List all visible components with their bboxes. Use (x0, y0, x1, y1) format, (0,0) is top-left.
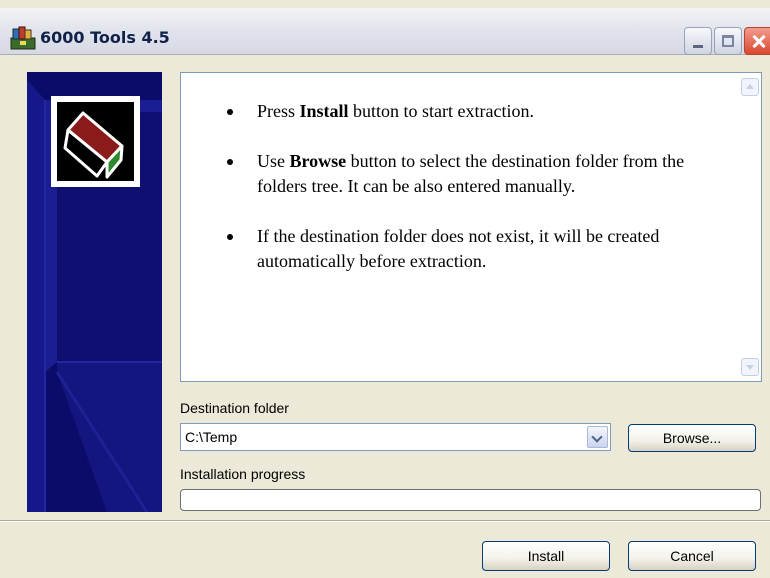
browse-button[interactable]: Browse... (628, 424, 756, 452)
window-title: 6000 Tools 4.5 (40, 28, 170, 47)
maximize-button[interactable] (714, 27, 742, 55)
instructions-panel[interactable]: Press Install button to start extraction… (180, 72, 762, 382)
divider (0, 520, 770, 522)
text: button to start extraction. (348, 101, 535, 121)
list-item: If the destination folder does not exist… (221, 224, 726, 274)
box-icon (57, 102, 134, 181)
chevron-down-icon[interactable] (587, 426, 608, 448)
installer-window: 6000 Tools 4.5 Press Install button to s… (0, 0, 770, 578)
minimize-button[interactable] (684, 27, 712, 55)
title-bar[interactable]: 6000 Tools 4.5 (0, 8, 770, 55)
archive-books-icon (10, 26, 36, 50)
instructions-list: Press Install button to start extraction… (221, 99, 726, 299)
cancel-button[interactable]: Cancel (628, 541, 756, 571)
bullet (227, 159, 233, 165)
logo (51, 96, 140, 187)
scroll-up-button[interactable] (741, 78, 759, 96)
list-item: Press Install button to start extraction… (221, 99, 726, 124)
keyword: Install (299, 101, 349, 121)
install-button[interactable]: Install (482, 541, 610, 571)
keyword: Browse (289, 151, 347, 171)
destination-value[interactable]: C:\Temp (185, 429, 237, 445)
bullet (227, 234, 233, 240)
progress-bar (180, 489, 761, 511)
bullet (227, 109, 233, 115)
destination-label: Destination folder (180, 400, 289, 416)
text: Press (257, 101, 300, 121)
progress-label: Installation progress (180, 466, 306, 482)
text: Use (257, 151, 290, 171)
text: If the destination folder does not exist… (257, 226, 660, 271)
close-button[interactable] (744, 27, 770, 55)
list-item: Use Browse button to select the destinat… (221, 149, 726, 199)
destination-combobox[interactable]: C:\Temp (180, 423, 611, 451)
scroll-down-button[interactable] (741, 358, 759, 376)
